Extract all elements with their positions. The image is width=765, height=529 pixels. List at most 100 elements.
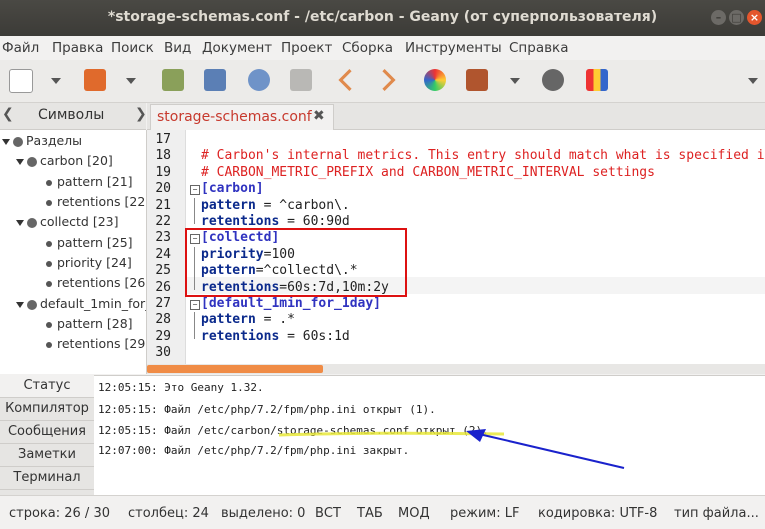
bullet-icon (46, 179, 52, 186)
menu-build[interactable]: Сборка (342, 40, 393, 56)
tab-symbols[interactable]: Символы (38, 107, 104, 123)
fold-marker-icon[interactable]: − (190, 300, 200, 310)
code-line: [default_1min_for_1day] (201, 296, 381, 311)
code-line: retentions = 60:90d (201, 214, 350, 229)
code-line: pattern = .* (201, 312, 295, 327)
chevron-down-icon[interactable] (126, 78, 136, 84)
editor-tabs: storage-schemas.conf ✖ (147, 103, 765, 130)
new-file-icon[interactable] (9, 69, 33, 93)
code-token: = ^carbon\. (255, 197, 350, 213)
gear-icon (27, 217, 37, 228)
line-number: 27 (155, 296, 171, 311)
code-token: # CARBON_METRIC_PREFIX and CARBON_METRIC… (201, 164, 655, 180)
line-number: 24 (155, 246, 171, 262)
menu-search[interactable]: Поиск (111, 40, 154, 56)
line-number: 21 (155, 197, 171, 213)
code-token: [default_1min_for_1day] (201, 296, 382, 311)
fold-marker-icon[interactable]: − (190, 185, 200, 196)
line-number: 25 (155, 263, 171, 279)
menu-project[interactable]: Проект (281, 40, 332, 56)
compile-icon[interactable] (466, 69, 488, 91)
tree-node[interactable]: pattern [21] (46, 174, 133, 189)
code-token: [carbon] (201, 181, 264, 197)
line-number: 28 (155, 312, 171, 328)
tree-node[interactable]: Разделы (2, 133, 82, 148)
toolbar (0, 60, 765, 103)
color-chooser-icon[interactable] (424, 69, 446, 91)
chevron-left-icon[interactable]: ❮ (2, 106, 14, 122)
menu-edit[interactable]: Правка (52, 40, 103, 56)
maximize-button[interactable]: □ (729, 10, 744, 25)
tree-node[interactable]: retentions [26] (46, 275, 146, 290)
preferences-icon[interactable] (586, 69, 608, 91)
chevron-down-icon[interactable] (748, 78, 758, 84)
status-insert-mode: ВСТ (315, 506, 341, 521)
chevron-down-icon[interactable] (510, 78, 520, 84)
execute-icon[interactable] (542, 69, 564, 91)
menu-help[interactable]: Справка (509, 40, 568, 56)
code-token: pattern (201, 197, 256, 213)
tree-node-label: collectd [23] (40, 214, 119, 229)
code-token: # Carbon's internal metrics. This entry … (201, 148, 765, 164)
code-token: = 60s:1d (279, 328, 350, 344)
line-number: 19 (155, 164, 171, 180)
reload-icon[interactable] (248, 69, 270, 91)
minimize-button[interactable]: – (711, 10, 726, 25)
tab-messages[interactable]: Сообщения (0, 421, 94, 444)
scrollbar-thumb[interactable] (147, 365, 323, 373)
bullet-icon (46, 260, 52, 267)
status-bar: строка: 26 / 30 столбец: 24 выделено: 0 … (0, 495, 765, 529)
tree-node[interactable]: pattern [28] (46, 316, 133, 331)
status-tab-mode: ТАБ (357, 506, 383, 521)
code-token: = .* (255, 312, 295, 328)
code-line: # CARBON_METRIC_PREFIX and CARBON_METRIC… (201, 165, 655, 180)
symbol-tree: Разделы carbon [20] pattern [21] retenti… (0, 130, 147, 374)
tab-notes[interactable]: Заметки (0, 444, 94, 467)
expander-icon[interactable] (16, 219, 24, 226)
tree-node-label: pattern [28] (57, 316, 133, 331)
chevron-right-icon[interactable]: ❯ (135, 106, 147, 122)
tree-node[interactable]: default_1min_for_1day (16, 296, 146, 311)
close-tab-icon[interactable]: ✖ (313, 108, 325, 124)
tree-node[interactable]: priority [24] (46, 255, 132, 270)
tab-status[interactable]: Статус (0, 375, 94, 398)
menu-tools[interactable]: Инструменты (405, 40, 502, 56)
tree-node-label: retentions [29] (57, 336, 147, 351)
line-number: 20 (155, 181, 171, 197)
open-file-icon[interactable] (84, 69, 106, 91)
tab-compiler[interactable]: Компилятор (0, 398, 94, 421)
chevron-down-icon[interactable] (51, 78, 61, 84)
gear-icon (27, 156, 37, 167)
status-modified: МОД (398, 506, 430, 521)
menu-document[interactable]: Документ (202, 40, 272, 56)
tab-storage-schemas[interactable]: storage-schemas.conf ✖ (150, 104, 334, 130)
code-line: retentions = 60s:1d (201, 329, 350, 344)
tab-terminal[interactable]: Терминал (0, 467, 94, 490)
menu-view[interactable]: Вид (164, 40, 191, 56)
tree-node-label: retentions [22] (57, 194, 147, 209)
close-icon[interactable] (290, 69, 312, 91)
menu-file[interactable]: Файл (2, 40, 39, 56)
annotation-highlight-box (185, 228, 407, 297)
tree-node[interactable]: collectd [23] (16, 214, 119, 229)
expander-icon[interactable] (16, 158, 24, 165)
tree-node-label: Разделы (26, 133, 83, 148)
tree-node[interactable]: pattern [25] (46, 235, 133, 250)
title-bar: *storage-schemas.conf - /etc/carbon - Ge… (0, 0, 765, 36)
menu-bar: Файл Правка Поиск Вид Документ Проект Сб… (0, 36, 765, 60)
expander-icon[interactable] (2, 138, 10, 145)
tree-node[interactable]: retentions [29] (46, 336, 147, 351)
forward-icon[interactable] (382, 69, 396, 91)
back-icon[interactable] (338, 69, 352, 91)
horizontal-scrollbar[interactable] (147, 364, 765, 374)
save-icon[interactable] (162, 69, 184, 91)
tree-node[interactable]: retentions [22] (46, 194, 147, 209)
status-line: строка: 26 / 30 (9, 506, 110, 521)
save-all-icon[interactable] (204, 69, 226, 91)
expander-icon[interactable] (16, 301, 24, 308)
close-window-button[interactable]: × (747, 10, 762, 25)
window-title: *storage-schemas.conf - /etc/carbon - Ge… (107, 9, 658, 25)
tree-node[interactable]: carbon [20] (16, 153, 113, 168)
bullet-icon (46, 280, 52, 287)
fold-guide (194, 312, 195, 340)
